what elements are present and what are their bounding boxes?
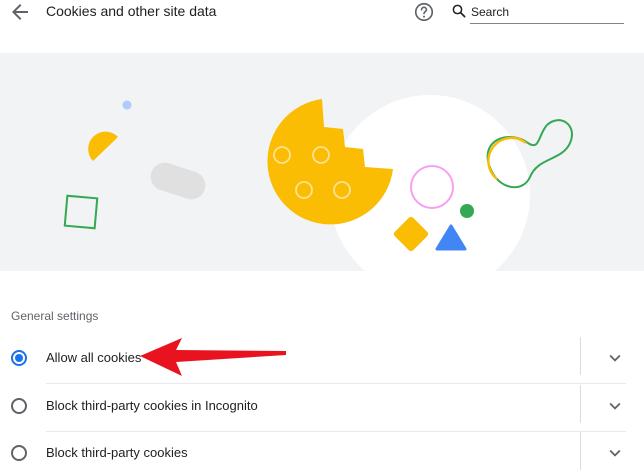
chevron-down-icon[interactable] [604,442,626,464]
green-square-shape [63,194,99,230]
general-settings-heading: General settings [11,309,99,323]
help-button[interactable] [413,1,435,23]
illustration-graphic [63,95,573,271]
row-divider [580,337,581,375]
option-label: Block third-party cookies in Incognito [46,398,258,413]
gray-pill-shape [150,162,206,200]
search-box [450,0,626,26]
page-title: Cookies and other site data [46,3,217,19]
blue-dot-shape [122,100,132,110]
search-icon[interactable] [450,2,468,20]
option-label: Allow all cookies [46,350,142,365]
option-block-third-party[interactable]: Block third-party cookies [0,432,644,476]
cookie-illustration [0,53,644,271]
search-input[interactable] [470,0,624,24]
yellow-half-circle-shape [88,131,118,161]
option-allow-all-cookies[interactable]: Allow all cookies [0,337,644,383]
arrow-back-icon [12,4,28,20]
page-header: Cookies and other site data [0,0,644,52]
row-separator [46,383,626,384]
chevron-down-icon[interactable] [604,395,626,417]
radio-button[interactable] [11,445,27,461]
radio-button[interactable] [11,398,27,414]
option-label: Block third-party cookies [46,445,188,460]
radio-button[interactable] [11,350,27,366]
back-button[interactable] [8,0,32,24]
row-divider [580,385,581,423]
option-block-third-party-incognito[interactable]: Block third-party cookies in Incognito [0,385,644,431]
red-arrow [140,338,286,376]
chevron-down-icon[interactable] [604,347,626,369]
green-dot-shape [460,204,474,218]
help-icon [414,2,434,22]
row-divider [580,432,581,470]
